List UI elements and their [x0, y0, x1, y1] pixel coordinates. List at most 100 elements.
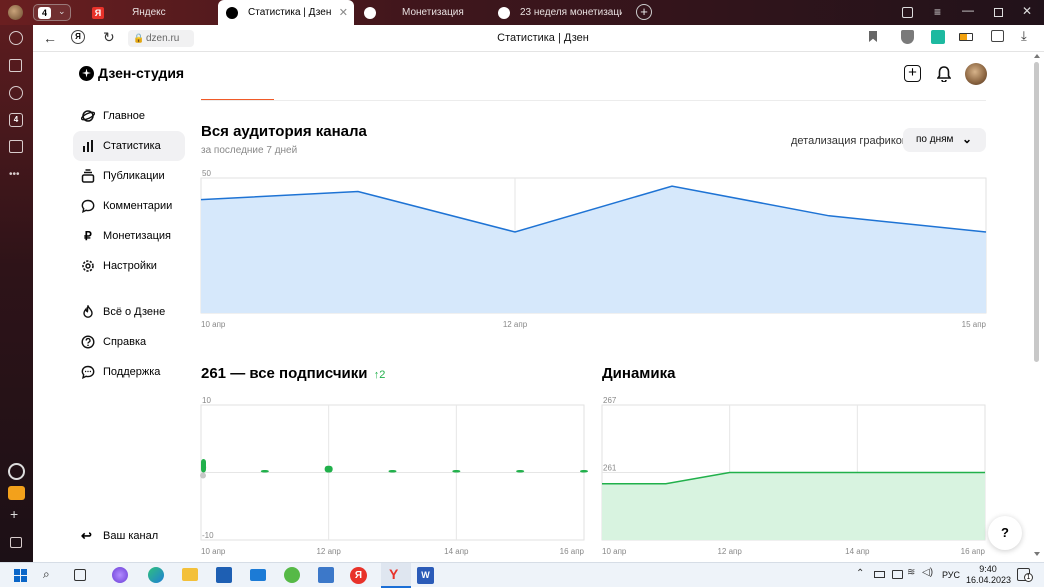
x-tick-label: 16 апр [961, 547, 986, 556]
close-window-icon[interactable]: ✕ [1022, 4, 1032, 18]
word-icon[interactable]: W [417, 567, 434, 584]
tab-label: Яндекс [132, 7, 166, 18]
nav-help[interactable]: Справка [73, 327, 185, 357]
help-button[interactable]: ? [988, 516, 1022, 550]
clock-date[interactable]: 16.04.2023 [966, 575, 1010, 585]
detail-label: детализация графиков [791, 135, 908, 147]
notification-count: 1 [1024, 573, 1033, 582]
wifi-icon[interactable]: ≋ [907, 567, 915, 578]
windows-start-icon[interactable] [14, 569, 27, 582]
tab-week-23[interactable]: 23 неделя монетизации | [492, 0, 622, 25]
explorer-icon[interactable] [182, 568, 198, 581]
ruble-icon: ₽ [81, 229, 95, 243]
new-tab-button[interactable]: + [636, 4, 652, 20]
mail-app-icon[interactable] [8, 486, 25, 500]
cortana-icon[interactable] [112, 567, 128, 583]
nav-statistics[interactable]: Статистика [73, 131, 185, 161]
negative-marker [200, 473, 206, 479]
page-scrollbar[interactable] [1031, 52, 1044, 562]
x-tick-label: 16 апр [560, 547, 585, 556]
scrollbar-thumb[interactable] [1034, 62, 1039, 362]
chat-icon[interactable] [991, 30, 1004, 42]
dzen-logo-icon [79, 66, 94, 81]
history-icon[interactable] [9, 31, 23, 45]
task-view-icon[interactable] [74, 569, 86, 581]
nav-main[interactable]: Главное [73, 101, 185, 131]
nav-label: Комментарии [103, 200, 172, 212]
windows-taskbar: ⌕ Я Y W ⌃ ≋ ◁) РУС 9:40 16.04.2023 1 [0, 562, 1044, 587]
camera-icon[interactable] [9, 140, 23, 153]
tray-arrow-icon[interactable]: ⌃ [856, 568, 864, 579]
store-icon[interactable] [216, 567, 232, 583]
y-tick-label: 261 [603, 464, 617, 473]
tray-device-icon[interactable] [892, 570, 903, 579]
user-avatar[interactable] [965, 63, 987, 85]
yandex-home-icon[interactable]: Я [71, 30, 85, 44]
volume-icon[interactable]: ◁) [922, 567, 933, 578]
more-icon[interactable]: ••• [9, 169, 20, 180]
nav-about-dzen[interactable]: Всё о Дзене [73, 297, 185, 327]
dzen-logo[interactable]: Дзен-студия [79, 65, 184, 81]
play-icon[interactable] [9, 86, 23, 100]
nav-monetization[interactable]: ₽ Монетизация [73, 221, 185, 251]
app-icon[interactable] [318, 567, 334, 583]
search-icon[interactable]: ⌕ [43, 567, 50, 582]
bookmark-icon[interactable] [869, 31, 877, 42]
profile-avatar[interactable] [8, 5, 23, 20]
download-icon[interactable]: ⤓ [1021, 28, 1027, 44]
scroll-up-icon[interactable] [1034, 54, 1040, 58]
create-button[interactable]: + [904, 65, 921, 82]
alice-icon[interactable] [8, 463, 25, 480]
notification-center-icon[interactable]: 1 [1017, 568, 1030, 581]
tab-counter[interactable]: 4 ⌄ [33, 4, 71, 21]
battery-icon[interactable] [959, 33, 973, 41]
tab-label: 23 неделя монетизации | [520, 7, 622, 18]
minimize-icon[interactable]: — [962, 3, 974, 17]
x-tick-label: 10 апр [201, 547, 226, 556]
language-indicator[interactable]: РУС [942, 570, 960, 580]
nav-comments[interactable]: Комментарии [73, 191, 185, 221]
tab-label: Статистика | Дзен [248, 7, 331, 18]
support-icon [81, 365, 95, 379]
panel-icon[interactable] [10, 537, 22, 548]
bookmarks-icon[interactable] [9, 59, 22, 72]
bar [389, 470, 397, 473]
tab-label: Монетизация [402, 7, 464, 18]
area-fill [201, 186, 986, 313]
close-tab-icon[interactable]: ✕ [339, 6, 348, 19]
nav-publications[interactable]: Публикации [73, 161, 185, 191]
tab-yandex[interactable]: Я Яндекс [86, 0, 214, 25]
tab-statistics[interactable]: Статистика | Дзен ✕ [218, 0, 354, 25]
y-tick-label: -10 [202, 531, 214, 540]
extension-translate-icon[interactable] [931, 30, 945, 44]
nav-settings[interactable]: Настройки [73, 251, 185, 281]
reload-icon[interactable]: ↻ [103, 29, 115, 46]
scroll-down-icon[interactable] [1034, 552, 1040, 556]
url-field[interactable]: 🔒 dzen.ru [128, 30, 194, 47]
yandex-taskbar-icon[interactable]: Я [350, 567, 367, 584]
back-icon[interactable]: ← [43, 30, 57, 46]
dynamics-chart: 26726125510 апр12 апр14 апр16 апр [594, 394, 994, 562]
counter-4-icon[interactable]: 4 [9, 113, 23, 127]
mail-icon[interactable] [250, 569, 266, 581]
nav-label: Поддержка [103, 366, 160, 378]
your-channel-link[interactable]: ↩ Ваш канал [73, 521, 185, 551]
detail-select-value: по дням [916, 134, 953, 145]
notifications-icon[interactable] [937, 66, 951, 82]
nav-support[interactable]: Поддержка [73, 357, 185, 387]
collections-icon[interactable] [902, 7, 913, 18]
tray-battery-icon[interactable] [874, 571, 885, 578]
edge-icon[interactable] [148, 567, 164, 583]
yandex-browser-icon[interactable]: Y [381, 563, 411, 588]
tab-monetization[interactable]: Монетизация [358, 0, 486, 25]
add-icon[interactable]: + [10, 506, 18, 522]
shield-icon[interactable] [901, 30, 914, 44]
nav-label: Публикации [103, 170, 165, 182]
audience-subtitle: за последние 7 дней [201, 145, 297, 156]
detail-select[interactable]: по дням ⌄ [903, 128, 986, 152]
utorrent-icon[interactable] [284, 567, 300, 583]
nav-label: Главное [103, 110, 145, 122]
clock-time[interactable]: 9:40 [966, 564, 1010, 574]
menu-icon[interactable]: ≡ [934, 5, 941, 19]
restore-icon[interactable] [994, 8, 1003, 17]
